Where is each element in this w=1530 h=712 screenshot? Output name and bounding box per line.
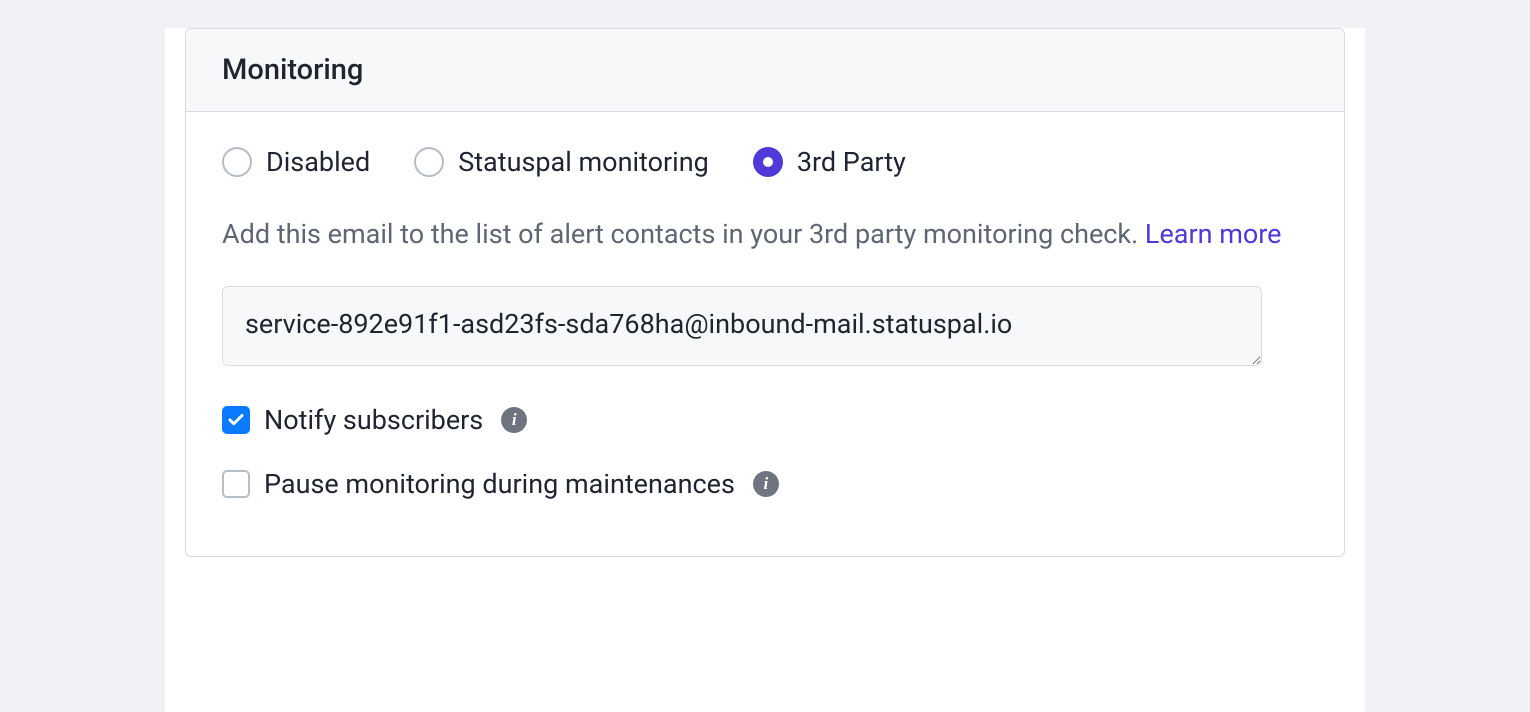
checkbox-checked-icon xyxy=(222,406,250,434)
card-body: Disabled Statuspal monitoring 3rd Party … xyxy=(186,112,1344,556)
page-container: Monitoring Disabled Statuspal monitoring… xyxy=(165,28,1365,712)
info-icon[interactable]: i xyxy=(753,471,779,497)
notify-subscribers-row[interactable]: Notify subscribers i xyxy=(222,404,1308,436)
learn-more-link[interactable]: Learn more xyxy=(1145,218,1282,250)
info-icon[interactable]: i xyxy=(501,407,527,433)
radio-label-disabled: Disabled xyxy=(266,146,370,178)
radio-label-statuspal: Statuspal monitoring xyxy=(458,146,709,178)
pause-monitoring-row[interactable]: Pause monitoring during maintenances i xyxy=(222,468,1308,500)
radio-icon xyxy=(414,147,444,177)
description-text: Add this email to the list of alert cont… xyxy=(222,218,1145,250)
monitoring-card: Monitoring Disabled Statuspal monitoring… xyxy=(185,28,1345,557)
monitoring-radio-group: Disabled Statuspal monitoring 3rd Party xyxy=(222,146,1308,178)
radio-icon-selected xyxy=(753,147,783,177)
radio-icon xyxy=(222,147,252,177)
radio-label-third-party: 3rd Party xyxy=(797,146,906,178)
monitoring-description: Add this email to the list of alert cont… xyxy=(222,214,1308,256)
pause-monitoring-label: Pause monitoring during maintenances xyxy=(264,468,735,500)
radio-statuspal[interactable]: Statuspal monitoring xyxy=(414,146,709,178)
notify-subscribers-label: Notify subscribers xyxy=(264,404,483,436)
card-header: Monitoring xyxy=(186,29,1344,112)
inbound-email-field[interactable] xyxy=(222,286,1262,366)
radio-disabled[interactable]: Disabled xyxy=(222,146,370,178)
checkbox-unchecked-icon xyxy=(222,470,250,498)
card-title: Monitoring xyxy=(222,53,1308,87)
radio-third-party[interactable]: 3rd Party xyxy=(753,146,906,178)
